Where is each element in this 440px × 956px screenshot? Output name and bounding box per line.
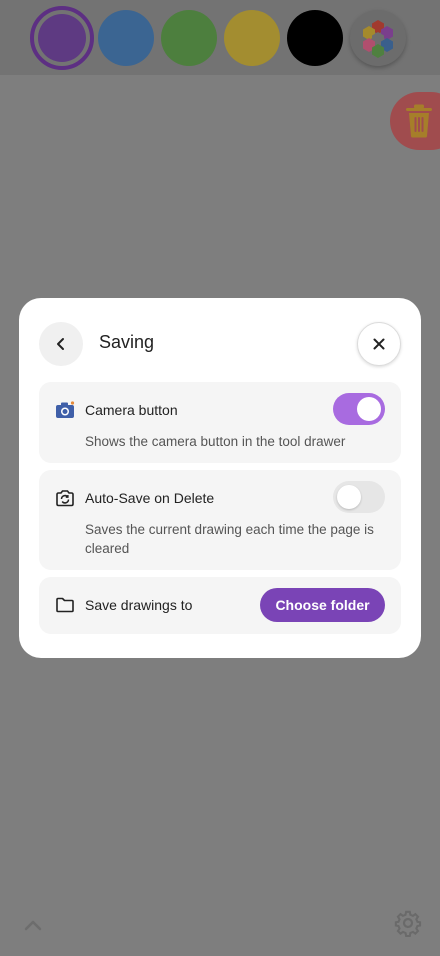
camera-button-description: Shows the camera button in the tool draw… [85, 434, 346, 449]
color-swatch-blue[interactable] [98, 10, 154, 66]
back-button[interactable] [39, 322, 83, 366]
save-location-label: Save drawings to [85, 597, 193, 613]
close-button[interactable] [357, 322, 401, 366]
dialog-title: Saving [99, 332, 155, 352]
color-swatch-purple[interactable] [30, 6, 94, 70]
color-swatch-green[interactable] [161, 10, 217, 66]
camera-button-toggle[interactable] [333, 393, 385, 425]
hexagon-palette-icon [363, 20, 393, 58]
trash-icon [406, 104, 432, 138]
autosave-setting: Auto-Save on Delete Saves the current dr… [39, 470, 401, 570]
save-location-setting: Save drawings to Choose folder [39, 577, 401, 634]
camera-icon [56, 401, 75, 418]
camera-rotate-icon [56, 490, 74, 507]
toggle-knob [357, 397, 381, 421]
gear-icon[interactable] [394, 909, 422, 937]
color-palette-button[interactable] [350, 10, 406, 66]
saving-dialog: Saving Camera button Shows the camera bu… [19, 298, 421, 658]
chevron-up-icon[interactable] [22, 915, 44, 937]
color-toolbar [0, 0, 440, 75]
clear-page-button[interactable] [390, 92, 440, 150]
color-swatch-black[interactable] [287, 10, 343, 66]
folder-icon [56, 597, 74, 613]
toggle-knob [337, 485, 361, 509]
camera-button-setting: Camera button Shows the camera button in… [39, 382, 401, 463]
choose-folder-button[interactable]: Choose folder [260, 588, 385, 622]
autosave-toggle[interactable] [333, 481, 385, 513]
autosave-label: Auto-Save on Delete [85, 490, 215, 506]
color-swatch-yellow[interactable] [224, 10, 280, 66]
camera-button-label: Camera button [85, 402, 178, 418]
autosave-description: Saves the current drawing each time the … [85, 522, 374, 556]
chevron-left-icon [57, 338, 64, 350]
close-icon [373, 338, 385, 350]
